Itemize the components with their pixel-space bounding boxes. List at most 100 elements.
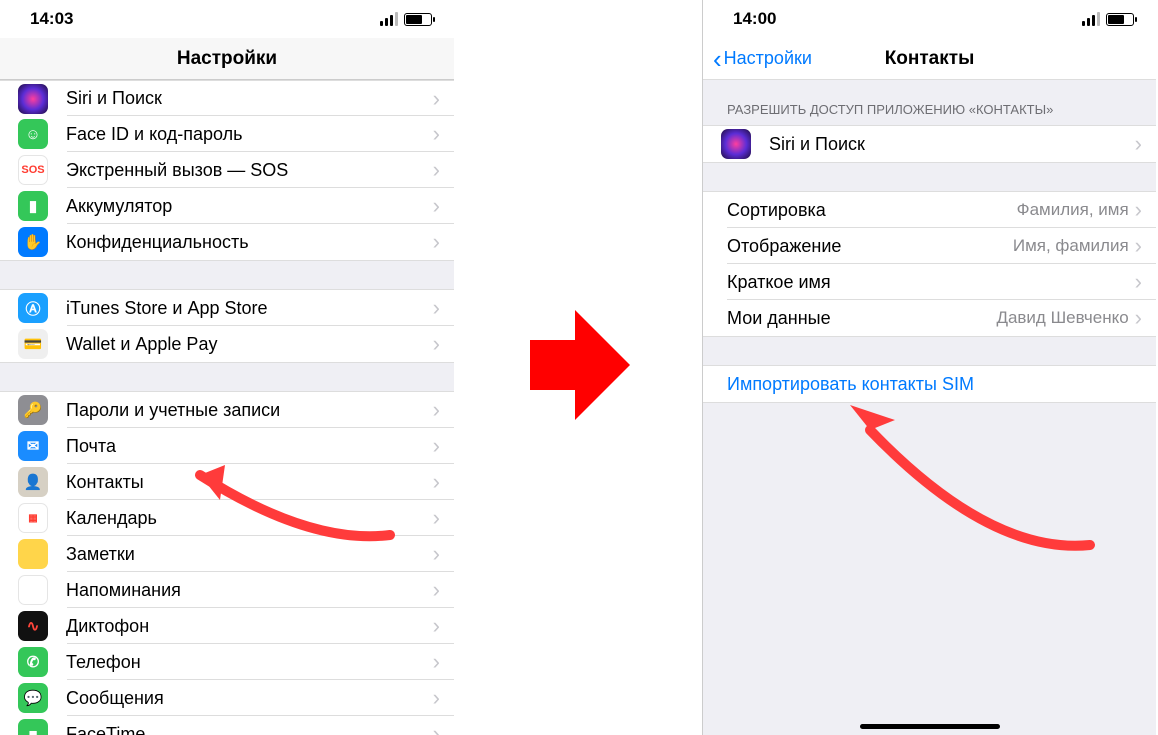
voice-icon: ∿ [18, 611, 48, 641]
chevron-right-icon: › [1135, 233, 1142, 259]
chevron-right-icon: › [433, 86, 440, 112]
chevron-right-icon: › [433, 229, 440, 255]
chevron-right-icon: › [433, 331, 440, 357]
row-battery[interactable]: ▮ Аккумулятор › [0, 188, 454, 224]
chevron-right-icon: › [433, 721, 440, 735]
back-label: Настройки [724, 48, 812, 69]
row-label: Siri и Поиск [769, 134, 1135, 155]
privacy-icon: ✋ [18, 227, 48, 257]
row-import-sim[interactable]: Импортировать контакты SIM [703, 366, 1156, 402]
row-label: Face ID и код-пароль [66, 124, 433, 145]
row-reminders[interactable]: ☰ Напоминания › [0, 572, 454, 608]
row-value: Фамилия, имя [1017, 200, 1129, 220]
faceid-icon: ☺ [18, 119, 48, 149]
back-button[interactable]: ‹ Настройки [713, 46, 812, 72]
chevron-right-icon: › [433, 505, 440, 531]
row-mydata[interactable]: Мои данные Давид Шевченко › [703, 300, 1156, 336]
row-facetime[interactable]: ■ FaceTime › [0, 716, 454, 735]
row-label: Почта [66, 436, 433, 457]
row-appstore[interactable]: Ⓐ iTunes Store и App Store › [0, 290, 454, 326]
siri-icon [18, 84, 48, 114]
row-mail[interactable]: ✉ Почта › [0, 428, 454, 464]
chevron-right-icon: › [433, 193, 440, 219]
section-gap [703, 162, 1156, 192]
row-value: Имя, фамилия [1013, 236, 1129, 256]
status-icons [380, 12, 432, 26]
row-label: Диктофон [66, 616, 433, 637]
chevron-right-icon: › [433, 613, 440, 639]
row-label: Конфиденциальность [66, 232, 433, 253]
chevron-right-icon: › [433, 157, 440, 183]
battery-icon [404, 13, 432, 26]
row-label: FaceTime [66, 724, 433, 735]
chevron-right-icon: › [1135, 197, 1142, 223]
battery-app-icon: ▮ [18, 191, 48, 221]
calendar-icon: ▦ [18, 503, 48, 533]
section-gap [703, 336, 1156, 366]
row-label: Заметки [66, 544, 433, 565]
row-contacts[interactable]: 👤 Контакты › [0, 464, 454, 500]
battery-icon [1106, 13, 1134, 26]
facetime-icon: ■ [18, 719, 48, 735]
row-privacy[interactable]: ✋ Конфиденциальность › [0, 224, 454, 260]
chevron-left-icon: ‹ [713, 46, 722, 72]
appstore-icon: Ⓐ [18, 293, 48, 323]
signal-icon [1082, 12, 1100, 26]
row-sort[interactable]: Сортировка Фамилия, имя › [703, 192, 1156, 228]
status-time: 14:03 [30, 9, 73, 29]
big-arrow-icon [530, 300, 630, 430]
row-label: Сортировка [727, 200, 1017, 221]
row-value: Давид Шевченко [996, 308, 1128, 328]
row-label: Siri и Поиск [66, 88, 433, 109]
row-messages[interactable]: 💬 Сообщения › [0, 680, 454, 716]
row-faceid[interactable]: ☺ Face ID и код-пароль › [0, 116, 454, 152]
row-phone[interactable]: ✆ Телефон › [0, 644, 454, 680]
sos-icon: SOS [18, 155, 48, 185]
empty-area [703, 402, 1156, 735]
status-bar: 14:00 [703, 0, 1156, 38]
section-header-allow: РАЗРЕШИТЬ ДОСТУП ПРИЛОЖЕНИЮ «КОНТАКТЫ» [703, 80, 1156, 126]
chevron-right-icon: › [1135, 269, 1142, 295]
status-bar: 14:03 [0, 0, 454, 38]
chevron-right-icon: › [433, 541, 440, 567]
wallet-icon: 💳 [18, 329, 48, 359]
row-label: Напоминания [66, 580, 433, 601]
row-label: Календарь [66, 508, 433, 529]
notes-icon [18, 539, 48, 569]
page-title: Контакты [885, 48, 975, 70]
status-time: 14:00 [733, 9, 776, 29]
row-voice[interactable]: ∿ Диктофон › [0, 608, 454, 644]
chevron-right-icon: › [433, 121, 440, 147]
row-display[interactable]: Отображение Имя, фамилия › [703, 228, 1156, 264]
chevron-right-icon: › [433, 469, 440, 495]
home-indicator [860, 724, 1000, 729]
row-label: Мои данные [727, 308, 996, 329]
row-label: Краткое имя [727, 272, 1135, 293]
screen-settings: 14:03 Настройки Siri и Поиск › ☺ Face ID… [0, 0, 454, 735]
row-notes[interactable]: Заметки › [0, 536, 454, 572]
row-shortname[interactable]: Краткое имя › [703, 264, 1156, 300]
chevron-right-icon: › [433, 577, 440, 603]
row-calendar[interactable]: ▦ Календарь › [0, 500, 454, 536]
row-label: Экстренный вызов — SOS [66, 160, 433, 181]
section-gap [0, 260, 454, 290]
navbar-settings: Настройки [0, 38, 454, 80]
row-sos[interactable]: SOS Экстренный вызов — SOS › [0, 152, 454, 188]
row-label: Сообщения [66, 688, 433, 709]
row-label: Телефон [66, 652, 433, 673]
navbar-contacts: ‹ Настройки Контакты [703, 38, 1156, 80]
chevron-right-icon: › [1135, 305, 1142, 331]
row-wallet[interactable]: 💳 Wallet и Apple Pay › [0, 326, 454, 362]
section-gap [0, 362, 454, 392]
key-icon: 🔑 [18, 395, 48, 425]
row-label: Wallet и Apple Pay [66, 334, 433, 355]
row-label: Отображение [727, 236, 1013, 257]
chevron-right-icon: › [1135, 131, 1142, 157]
row-passwords[interactable]: 🔑 Пароли и учетные записи › [0, 392, 454, 428]
page-title: Настройки [177, 48, 277, 70]
row-siri[interactable]: Siri и Поиск › [0, 80, 454, 116]
signal-icon [380, 12, 398, 26]
chevron-right-icon: › [433, 295, 440, 321]
row-siri-right[interactable]: Siri и Поиск › [703, 126, 1156, 162]
row-label: iTunes Store и App Store [66, 298, 433, 319]
